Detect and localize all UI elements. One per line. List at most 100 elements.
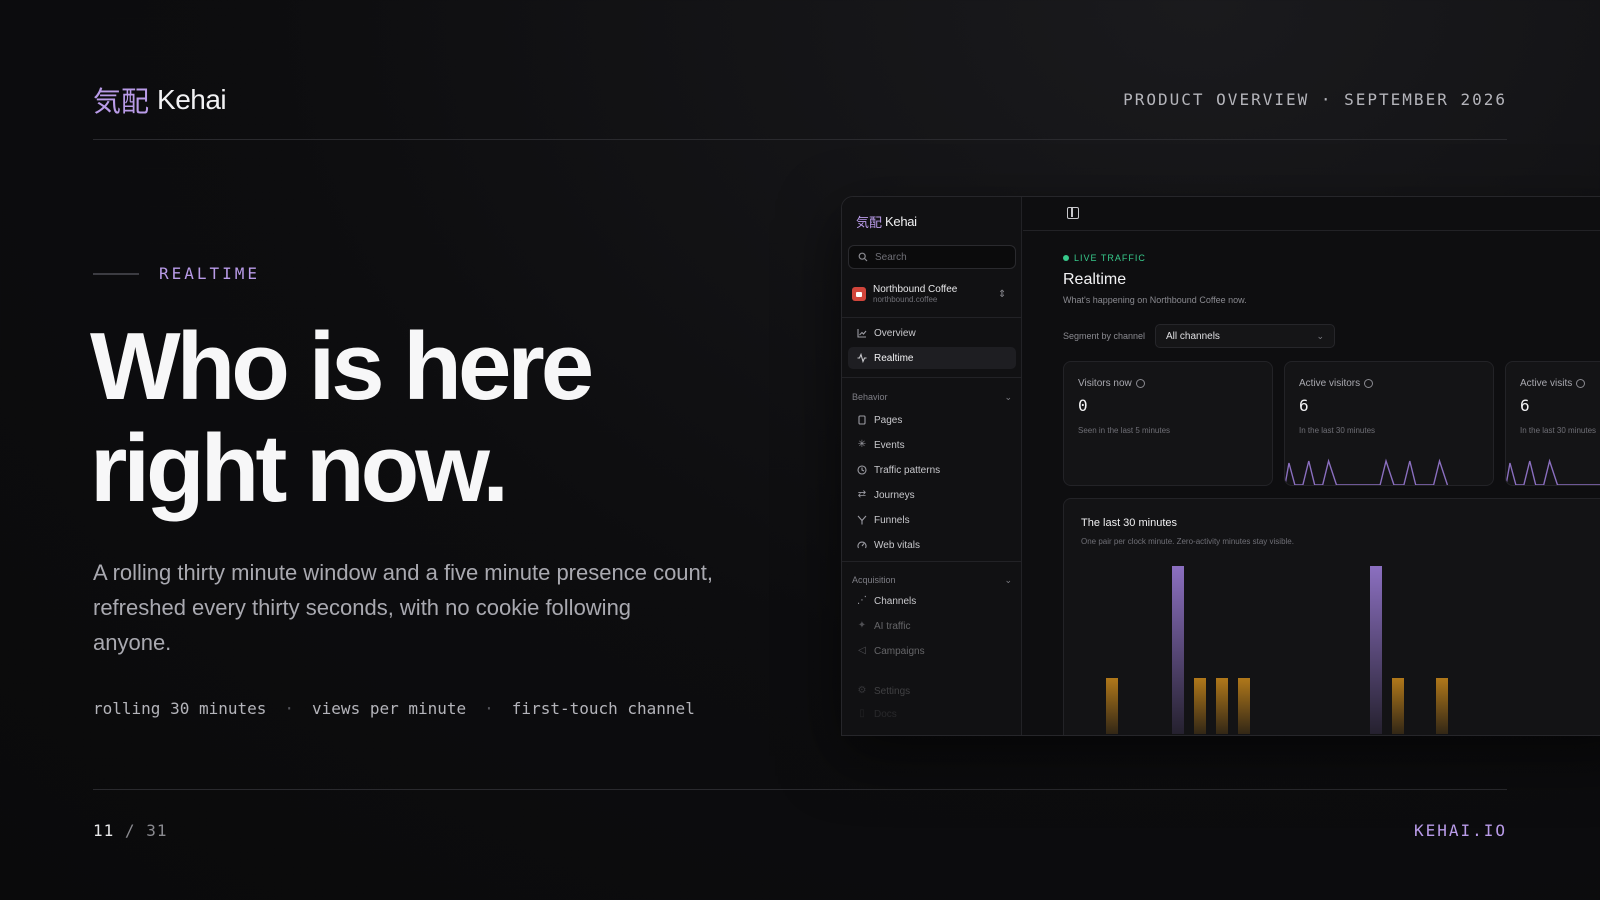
tag-item: first-touch channel: [511, 699, 695, 718]
header-divider: [93, 139, 1507, 140]
sidebar-item-label: Traffic patterns: [874, 464, 941, 476]
sparkles-icon: ✦: [857, 620, 867, 631]
sidebar-item-label: Settings: [874, 685, 911, 697]
sidebar-item-pages[interactable]: Pages: [848, 409, 1016, 431]
workspace-switcher[interactable]: Northbound Coffee northbound.coffee ⇕: [852, 279, 1012, 309]
search-input[interactable]: Search: [848, 245, 1016, 269]
sidebar-divider: [842, 377, 1022, 378]
app-brand-kanji: 気配: [856, 215, 883, 230]
visitors-bar[interactable]: [1238, 678, 1250, 734]
app-brand-name: Kehai: [885, 214, 917, 229]
sidebar-item-settings[interactable]: ⚙ Settings: [848, 680, 1016, 702]
sidebar-item-label: Pages: [874, 414, 903, 426]
stat-label-row: Active visits: [1520, 378, 1586, 389]
chevron-updown-icon: ⇕: [998, 288, 1007, 300]
bar-chart: [1106, 566, 1448, 734]
section-acquisition[interactable]: Acquisition ⌄: [852, 575, 1012, 586]
page-current: 11: [93, 821, 115, 840]
sidebar-item-funnels[interactable]: Funnels: [848, 509, 1016, 531]
eyebrow-text: REALTIME: [159, 264, 261, 283]
sidebar-item-web-vitals[interactable]: Web vitals: [848, 534, 1016, 556]
sidebar-item-channels[interactable]: ⋰ Channels: [848, 590, 1016, 612]
app-topbar: [1023, 197, 1600, 231]
route-icon: ⇄: [857, 489, 867, 500]
sidebar-item-traffic-patterns[interactable]: Traffic patterns: [848, 459, 1016, 481]
tag-separator: ·: [284, 699, 295, 718]
page-number: 11 / 31: [93, 821, 167, 840]
section-label: Behavior: [852, 392, 888, 402]
sidebar-item-overview[interactable]: Overview: [848, 322, 1016, 344]
section-behavior[interactable]: Behavior ⌄: [852, 392, 1012, 403]
sidebar-item-label: Events: [874, 439, 905, 451]
sidebar-item-realtime[interactable]: Realtime: [848, 347, 1016, 369]
file-icon: [856, 414, 868, 426]
sidebar-item-campaigns[interactable]: ◁ Campaigns: [848, 640, 1016, 662]
segment-label: Segment by channel: [1063, 331, 1146, 341]
workspace-text: Northbound Coffee northbound.coffee: [873, 284, 991, 304]
visitors-bar[interactable]: [1392, 678, 1404, 734]
info-icon[interactable]: [1364, 379, 1374, 388]
visitors-bar[interactable]: [1106, 678, 1118, 734]
workspace-avatar: [852, 287, 866, 301]
stat-value: 6: [1299, 396, 1309, 415]
sidebar-item-label: Channels: [874, 595, 917, 607]
sidebar-divider: [842, 317, 1022, 318]
brand-logo[interactable]: 気配 Kehai: [93, 80, 227, 120]
sparkle-icon: ✳: [857, 439, 867, 450]
stat-label: Visitors now: [1078, 378, 1132, 389]
sidebar-item-label: Campaigns: [874, 645, 925, 657]
info-icon[interactable]: [1576, 379, 1586, 388]
site-link[interactable]: KEHAI.IO: [1414, 821, 1507, 840]
sidebar-item-docs[interactable]: ▯ Docs: [848, 703, 1016, 725]
stat-label: Active visitors: [1299, 378, 1361, 389]
search-icon: [857, 251, 869, 263]
chart-title: The last 30 minutes: [1081, 517, 1177, 529]
feature-tags: rolling 30 minutes · views per minute · …: [93, 699, 695, 718]
stat-value: 6: [1520, 396, 1530, 415]
sparkline: [1506, 458, 1600, 485]
slide-header: 気配 Kehai PRODUCT OVERVIEW · SEPTEMBER 20…: [93, 80, 1507, 140]
segment-select[interactable]: All channels ⌄: [1155, 324, 1335, 348]
eyebrow-line: [93, 272, 139, 275]
chart-card: The last 30 minutes One pair per clock m…: [1063, 498, 1600, 735]
page-subtitle: What's happening on Northbound Coffee no…: [1063, 295, 1247, 305]
sidebar-item-label: AI traffic: [874, 620, 911, 632]
tag-item: views per minute: [312, 699, 467, 718]
share-icon: ⋰: [857, 595, 867, 606]
visitors-bar[interactable]: [1436, 678, 1448, 734]
sidebar-item-ai-traffic[interactable]: ✦ AI traffic: [848, 615, 1016, 637]
page-total: 31: [146, 821, 168, 840]
stat-note: In the last 30 minutes: [1299, 426, 1376, 435]
header-meta: PRODUCT OVERVIEW · SEPTEMBER 2026: [1123, 90, 1507, 109]
views-bar[interactable]: [1172, 566, 1184, 734]
tag-item: rolling 30 minutes: [93, 699, 267, 718]
sparkline: [1285, 458, 1449, 485]
stat-label-row: Visitors now: [1078, 378, 1145, 389]
gear-icon: ⚙: [857, 685, 867, 696]
stat-card-active-visits: Active visits 6 In the last 30 minutes: [1505, 361, 1600, 486]
app-brand[interactable]: 気配 Kehai: [856, 212, 917, 231]
clock-icon: [856, 464, 868, 476]
stat-card-visitors-now: Visitors now 0 Seen in the last 5 minute…: [1063, 361, 1273, 486]
live-dot: [1063, 255, 1069, 261]
app-window: 気配 Kehai Search Northbound Coffee northb…: [841, 196, 1600, 736]
info-icon[interactable]: [1135, 379, 1145, 388]
page-title: Realtime: [1063, 271, 1127, 288]
workspace-name: Northbound Coffee: [873, 284, 958, 295]
visitors-bar[interactable]: [1216, 678, 1228, 734]
stat-card-active-visitors: Active visitors 6 In the last 30 minutes: [1284, 361, 1494, 486]
sidebar-toggle-icon[interactable]: [1067, 207, 1079, 219]
stat-note: Seen in the last 5 minutes: [1078, 426, 1171, 435]
live-badge-label: LIVE TRAFFIC: [1074, 253, 1146, 263]
activity-icon: [856, 352, 868, 364]
sidebar-item-journeys[interactable]: ⇄ Journeys: [848, 484, 1016, 506]
sidebar-item-label: Funnels: [874, 514, 910, 526]
visitors-bar[interactable]: [1194, 678, 1206, 734]
views-bar[interactable]: [1370, 566, 1382, 734]
headline: Who is here right now.: [90, 313, 594, 522]
stat-label: Active visits: [1520, 378, 1573, 389]
brand-name: Kehai: [157, 84, 227, 115]
sidebar-item-label: Journeys: [874, 489, 915, 501]
stat-value: 0: [1078, 396, 1088, 415]
sidebar-item-events[interactable]: ✳ Events: [848, 434, 1016, 456]
